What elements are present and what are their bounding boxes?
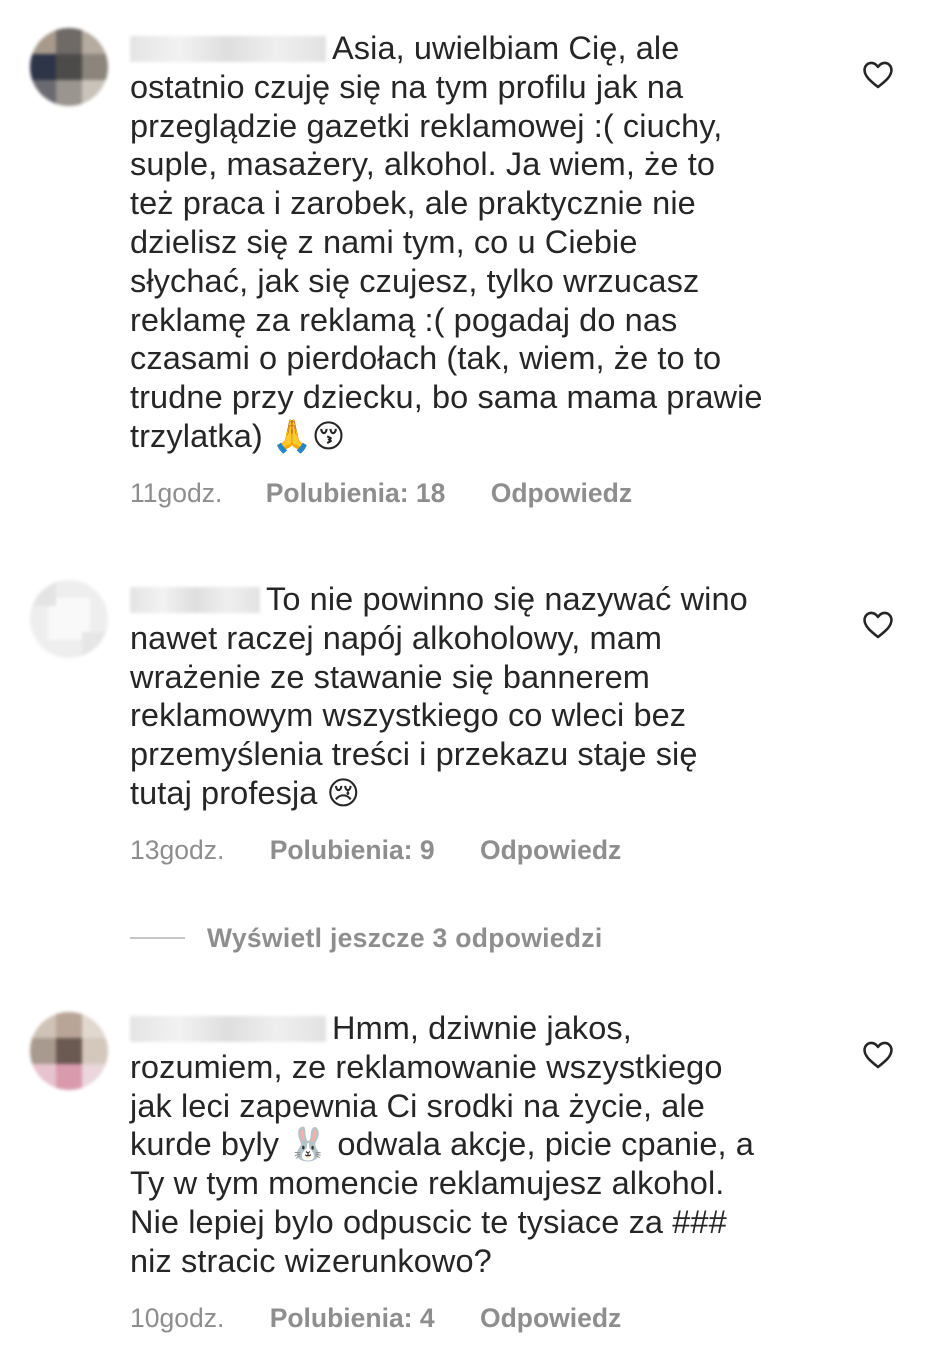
rabbit-face-emoji: 🐰 xyxy=(288,1125,329,1164)
comment-meta: 11godz. Polubienia: 18 Odpowiedz xyxy=(130,478,632,509)
view-more-replies-button[interactable]: Wyświetl jeszcze 3 odpowiedzi xyxy=(130,918,603,958)
avatar[interactable] xyxy=(30,580,108,658)
view-more-replies-label: Wyświetl jeszcze 3 odpowiedzi xyxy=(207,922,603,953)
crying-face-emoji: 😢 xyxy=(326,773,361,812)
reply-button[interactable]: Odpowiedz xyxy=(480,835,621,866)
avatar[interactable] xyxy=(30,1012,108,1090)
comment-text: Asia, uwielbiam Cię, ale ostatnio czuję … xyxy=(130,30,763,455)
comment-time: 11godz. xyxy=(130,478,223,508)
comment-text: To nie powinno się nazywać wino nawet ra… xyxy=(130,581,748,812)
folded-hands-emoji: 🙏 xyxy=(271,416,312,455)
divider-line xyxy=(130,937,185,939)
reply-button[interactable]: Odpowiedz xyxy=(491,478,632,509)
reply-button[interactable]: Odpowiedz xyxy=(480,1303,621,1334)
comment-meta: 13godz. Polubienia: 9 Odpowiedz xyxy=(130,835,621,866)
kissing-face-emoji: 😚 xyxy=(311,416,346,455)
likes-count-link[interactable]: Polubienia: 18 xyxy=(266,478,446,509)
heart-outline-icon[interactable] xyxy=(860,608,896,642)
heart-outline-icon[interactable] xyxy=(860,1038,896,1072)
avatar[interactable] xyxy=(30,28,108,106)
comment-time: 13godz. xyxy=(130,835,225,865)
comment-meta: 10godz. Polubienia: 4 Odpowiedz xyxy=(130,1303,621,1334)
username-blurred[interactable] xyxy=(130,587,260,613)
comment-time: 10godz. xyxy=(130,1303,225,1333)
comment-text: Hmm, dziwnie jakos, rozumiem, ze reklamo… xyxy=(130,1010,754,1279)
heart-outline-icon[interactable] xyxy=(860,58,896,92)
username-blurred[interactable] xyxy=(130,1016,326,1042)
likes-count-link[interactable]: Polubienia: 4 xyxy=(270,1303,435,1334)
likes-count-link[interactable]: Polubienia: 9 xyxy=(270,835,435,866)
username-blurred[interactable] xyxy=(130,36,326,62)
